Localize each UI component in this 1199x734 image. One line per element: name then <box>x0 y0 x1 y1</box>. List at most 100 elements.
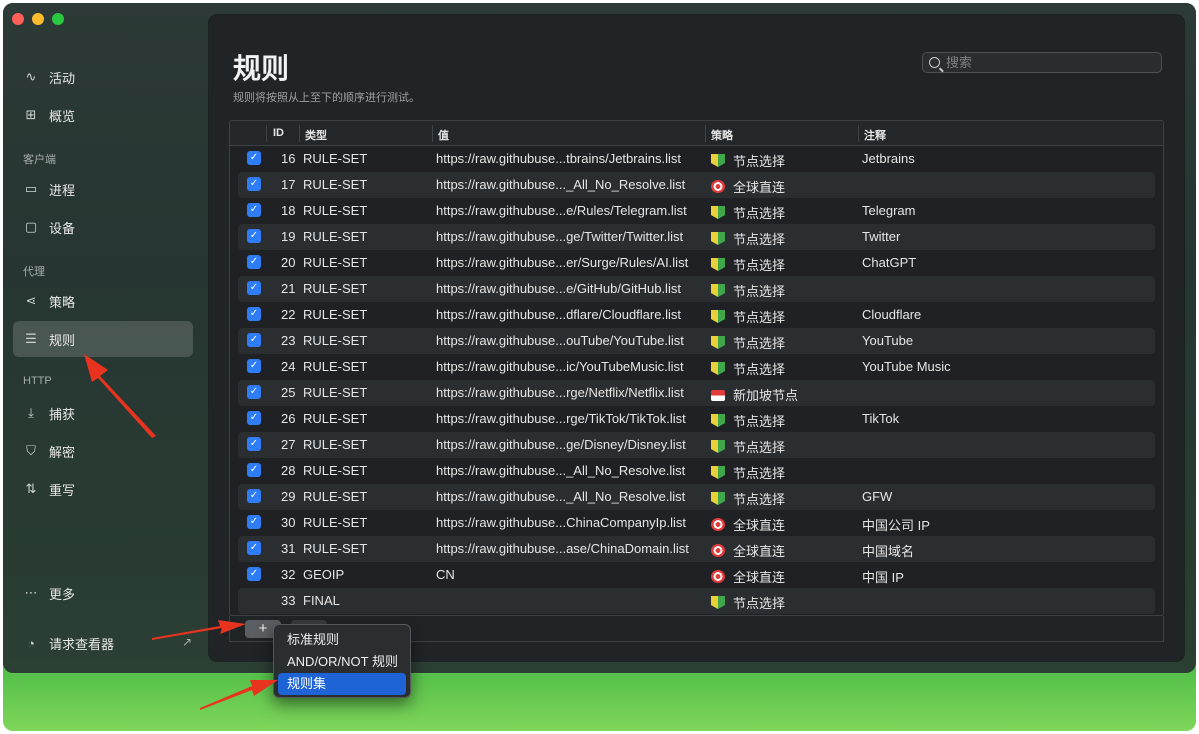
rule-id: 27 <box>281 437 296 452</box>
rule-id: 33 <box>281 593 296 608</box>
rule-note: Telegram <box>862 203 916 218</box>
rule-type: RULE-SET <box>303 437 368 452</box>
table-row[interactable]: ✓ 25 RULE-SET https://raw.githubuse...rge/N… <box>238 380 1155 406</box>
rule-note: 中国 IP <box>862 570 904 585</box>
rule-type: RULE-SET <box>303 281 368 296</box>
enable-checkbox[interactable]: ✓ <box>247 515 261 529</box>
search-input[interactable] <box>946 55 1146 70</box>
sidebar-item-label: 概览 <box>49 108 76 124</box>
rule-id: 19 <box>281 229 296 244</box>
target-icon <box>711 518 725 531</box>
table-row[interactable]: ✓ 20 RULE-SET https://raw.githubuse...er/Su… <box>230 250 1163 276</box>
menu-item-rule-set[interactable]: 规则集 <box>278 673 406 695</box>
sidebar-item-policy[interactable]: ⋖ 策略 <box>13 283 193 319</box>
rule-value: https://raw.githubuse...tbrains/Jetbrain… <box>436 151 681 166</box>
rule-policy: 节点选择 <box>733 466 786 481</box>
enable-checkbox[interactable]: ✓ <box>247 255 261 269</box>
sidebar-item-label: 请求查看器 <box>49 636 115 652</box>
annotation-arrow-add <box>152 620 246 640</box>
search-box[interactable] <box>922 52 1162 73</box>
sidebar-item-overview[interactable]: ⊞ 概览 <box>13 97 193 133</box>
table-row[interactable]: ✓ 28 RULE-SET https://raw.githubuse..._All_… <box>230 458 1163 484</box>
search-icon <box>929 57 940 68</box>
table-row[interactable]: ✓ 30 RULE-SET https://raw.githubuse...China… <box>230 510 1163 536</box>
sidebar-item-label: 进程 <box>49 182 76 198</box>
rule-value: https://raw.githubuse...e/GitHub/GitHub.… <box>436 281 681 296</box>
menu-item-logic-rule[interactable]: AND/OR/NOT 规则 <box>278 651 406 673</box>
table-row[interactable]: ✓ 17 RULE-SET https://raw.githubuse..._All_… <box>238 172 1155 198</box>
rule-policy: 节点选择 <box>733 362 786 377</box>
table-row[interactable]: ✓ 26 RULE-SET https://raw.githubuse...rge/T… <box>230 406 1163 432</box>
column-separator <box>858 125 859 142</box>
enable-checkbox[interactable]: ✓ <box>247 177 261 191</box>
table-row[interactable]: ✓ 23 RULE-SET https://raw.githubuse...ouTub… <box>238 328 1155 354</box>
table-row[interactable]: ✓ 27 RULE-SET https://raw.githubuse...ge/Di… <box>238 432 1155 458</box>
target-icon <box>711 180 725 193</box>
table-row[interactable]: ✓ 29 RULE-SET https://raw.githubuse..._All_… <box>238 484 1155 510</box>
rule-type: RULE-SET <box>303 385 368 400</box>
column-header-id[interactable]: ID <box>273 127 284 139</box>
enable-checkbox[interactable]: ✓ <box>247 489 261 503</box>
rule-value: https://raw.githubuse...rge/TikTok/TikTo… <box>436 411 686 426</box>
sidebar-item-rewrite[interactable]: ⇅ 重写 <box>13 471 193 507</box>
enable-checkbox[interactable]: ✓ <box>247 463 261 477</box>
column-header-policy[interactable]: 策略 <box>711 127 733 143</box>
menu-item-standard-rule[interactable]: 标准规则 <box>278 629 406 651</box>
rule-policy: 节点选择 <box>733 492 786 507</box>
rule-policy: 节点选择 <box>733 310 786 325</box>
table-row[interactable]: ✓ 22 RULE-SET https://raw.githubuse...dflar… <box>230 302 1163 328</box>
sidebar-item-devices[interactable]: ▢ 设备 <box>13 209 193 245</box>
enable-checkbox[interactable]: ✓ <box>247 203 261 217</box>
enable-checkbox[interactable]: ✓ <box>247 151 261 165</box>
annotation-arrow-ruleset <box>200 680 278 710</box>
rule-policy: 节点选择 <box>733 206 786 221</box>
column-separator <box>266 125 267 142</box>
enable-checkbox[interactable]: ✓ <box>247 385 261 399</box>
add-rule-menu: 标准规则 AND/OR/NOT 规则 规则集 <box>273 624 411 698</box>
enable-checkbox[interactable]: ✓ <box>247 567 261 581</box>
table-row[interactable]: 33 FINAL 节点选择 <box>238 588 1155 614</box>
column-header-value[interactable]: 值 <box>438 127 449 143</box>
beginner-leaf-icon <box>711 414 725 427</box>
table-row[interactable]: ✓ 16 RULE-SET https://raw.githubuse...tbrai… <box>230 146 1163 172</box>
table-body: ✓ 16 RULE-SET https://raw.githubuse...tbrai… <box>230 146 1163 614</box>
rule-id: 16 <box>281 151 296 166</box>
singapore-flag-icon <box>711 390 725 401</box>
column-header-type[interactable]: 类型 <box>305 127 327 143</box>
rule-type: RULE-SET <box>303 229 368 244</box>
capture-icon: ⤓ <box>28 405 34 420</box>
enable-checkbox[interactable]: ✓ <box>247 437 261 451</box>
rule-type: GEOIP <box>303 567 345 582</box>
rule-note: YouTube <box>862 333 914 348</box>
sidebar-item-process[interactable]: ▭ 进程 <box>13 171 193 207</box>
table-row[interactable]: ✓ 32 GEOIP CN 全球直连 中国 IP <box>230 562 1163 588</box>
process-icon: ▭ <box>24 181 38 196</box>
rule-id: 18 <box>281 203 296 218</box>
rule-type: RULE-SET <box>303 307 368 322</box>
rule-note: Jetbrains <box>862 151 915 166</box>
rule-value: https://raw.githubuse...ge/Twitter/Twitt… <box>436 229 684 244</box>
sidebar-item-activity[interactable]: ∿ 活动 <box>13 59 193 95</box>
enable-checkbox[interactable]: ✓ <box>247 411 261 425</box>
sidebar-item-more[interactable]: ⋯ 更多 <box>13 575 193 611</box>
enable-checkbox[interactable]: ✓ <box>247 229 261 243</box>
rule-policy: 节点选择 <box>733 414 786 429</box>
table-row[interactable]: ✓ 19 RULE-SET https://raw.githubuse...ge/Tw… <box>238 224 1155 250</box>
rule-note: ChatGPT <box>862 255 917 270</box>
column-header-note[interactable]: 注释 <box>864 127 886 143</box>
beginner-leaf-icon <box>711 154 725 167</box>
beginner-leaf-icon <box>711 466 725 479</box>
enable-checkbox[interactable]: ✓ <box>247 307 261 321</box>
beginner-leaf-icon <box>711 232 725 245</box>
rule-policy: 节点选择 <box>733 440 786 455</box>
rule-value: https://raw.githubuse...ChinaCompanyIp.l… <box>436 515 687 530</box>
enable-checkbox[interactable]: ✓ <box>247 541 261 555</box>
enable-checkbox[interactable]: ✓ <box>247 281 261 295</box>
table-row[interactable]: ✓ 31 RULE-SET https://raw.githubuse...ase/C… <box>238 536 1155 562</box>
table-row[interactable]: ✓ 24 RULE-SET https://raw.githubuse...ic/Yo… <box>230 354 1163 380</box>
table-row[interactable]: ✓ 21 RULE-SET https://raw.githubuse...e/Git… <box>238 276 1155 302</box>
enable-checkbox[interactable]: ✓ <box>247 359 261 373</box>
enable-checkbox[interactable]: ✓ <box>247 333 261 347</box>
monitor-icon: ▢ <box>24 219 38 234</box>
table-row[interactable]: ✓ 18 RULE-SET https://raw.githubuse...e/Rul… <box>230 198 1163 224</box>
